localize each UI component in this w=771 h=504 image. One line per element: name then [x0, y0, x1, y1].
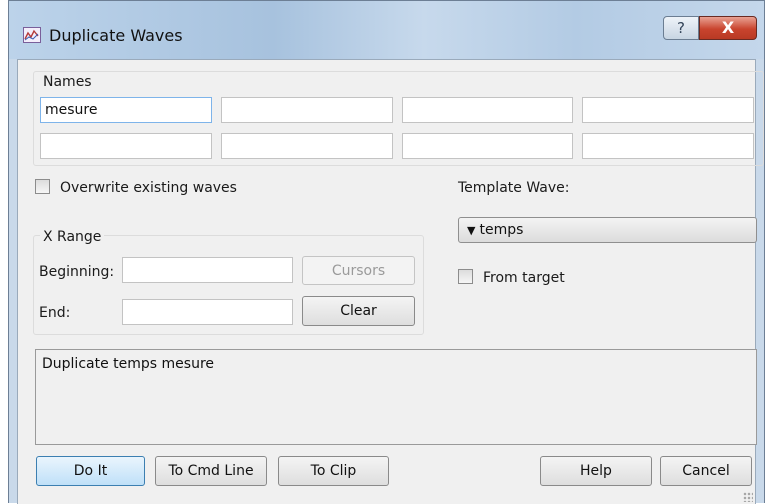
dropdown-arrow-icon: ▼ — [467, 224, 476, 237]
to-cmd-line-button[interactable]: To Cmd Line — [155, 456, 267, 486]
name-field-1[interactable]: mesure — [40, 97, 212, 123]
clear-button[interactable]: Clear — [302, 296, 415, 326]
template-wave-value: temps — [479, 222, 524, 238]
resize-grip[interactable] — [743, 492, 753, 502]
name-field-5[interactable] — [40, 133, 212, 159]
help-icon[interactable]: ? — [663, 16, 699, 40]
name-field-4[interactable] — [582, 97, 754, 123]
dialog-content: Names mesure Overwrite existing waves X … — [17, 59, 764, 504]
overwrite-checkbox[interactable] — [35, 179, 50, 194]
from-target-checkbox[interactable] — [458, 269, 473, 284]
overwrite-label: Overwrite existing waves — [60, 180, 237, 196]
name-field-7[interactable] — [402, 133, 573, 159]
close-icon[interactable]: X — [699, 16, 757, 40]
title-bar[interactable]: Duplicate Waves ? X — [9, 1, 764, 59]
window-title: Duplicate Waves — [49, 26, 183, 45]
name-field-8[interactable] — [582, 133, 754, 159]
name-field-2[interactable] — [221, 97, 393, 123]
command-preview-box: Duplicate temps mesure — [35, 349, 757, 445]
app-icon — [23, 27, 41, 43]
command-preview-text: Duplicate temps mesure — [42, 356, 214, 372]
dialog-window: Duplicate Waves ? X Names mesure Overwri… — [8, 0, 765, 504]
beginning-label: Beginning: — [39, 264, 115, 280]
end-label: End: — [39, 305, 71, 321]
end-input[interactable] — [122, 299, 293, 325]
x-range-group-label: X Range — [40, 229, 105, 245]
names-group-label: Names — [40, 74, 95, 90]
name-field-6[interactable] — [221, 133, 393, 159]
template-wave-dropdown[interactable]: ▼ temps — [458, 217, 757, 243]
name-field-3[interactable] — [402, 97, 573, 123]
template-wave-label: Template Wave: — [458, 180, 570, 196]
to-clip-button[interactable]: To Clip — [278, 456, 389, 486]
do-it-button[interactable]: Do It — [36, 456, 145, 486]
cursors-button[interactable]: Cursors — [302, 256, 415, 285]
beginning-input[interactable] — [122, 257, 293, 283]
cancel-button[interactable]: Cancel — [660, 456, 752, 486]
help-button[interactable]: Help — [540, 456, 652, 486]
from-target-label: From target — [483, 270, 565, 286]
